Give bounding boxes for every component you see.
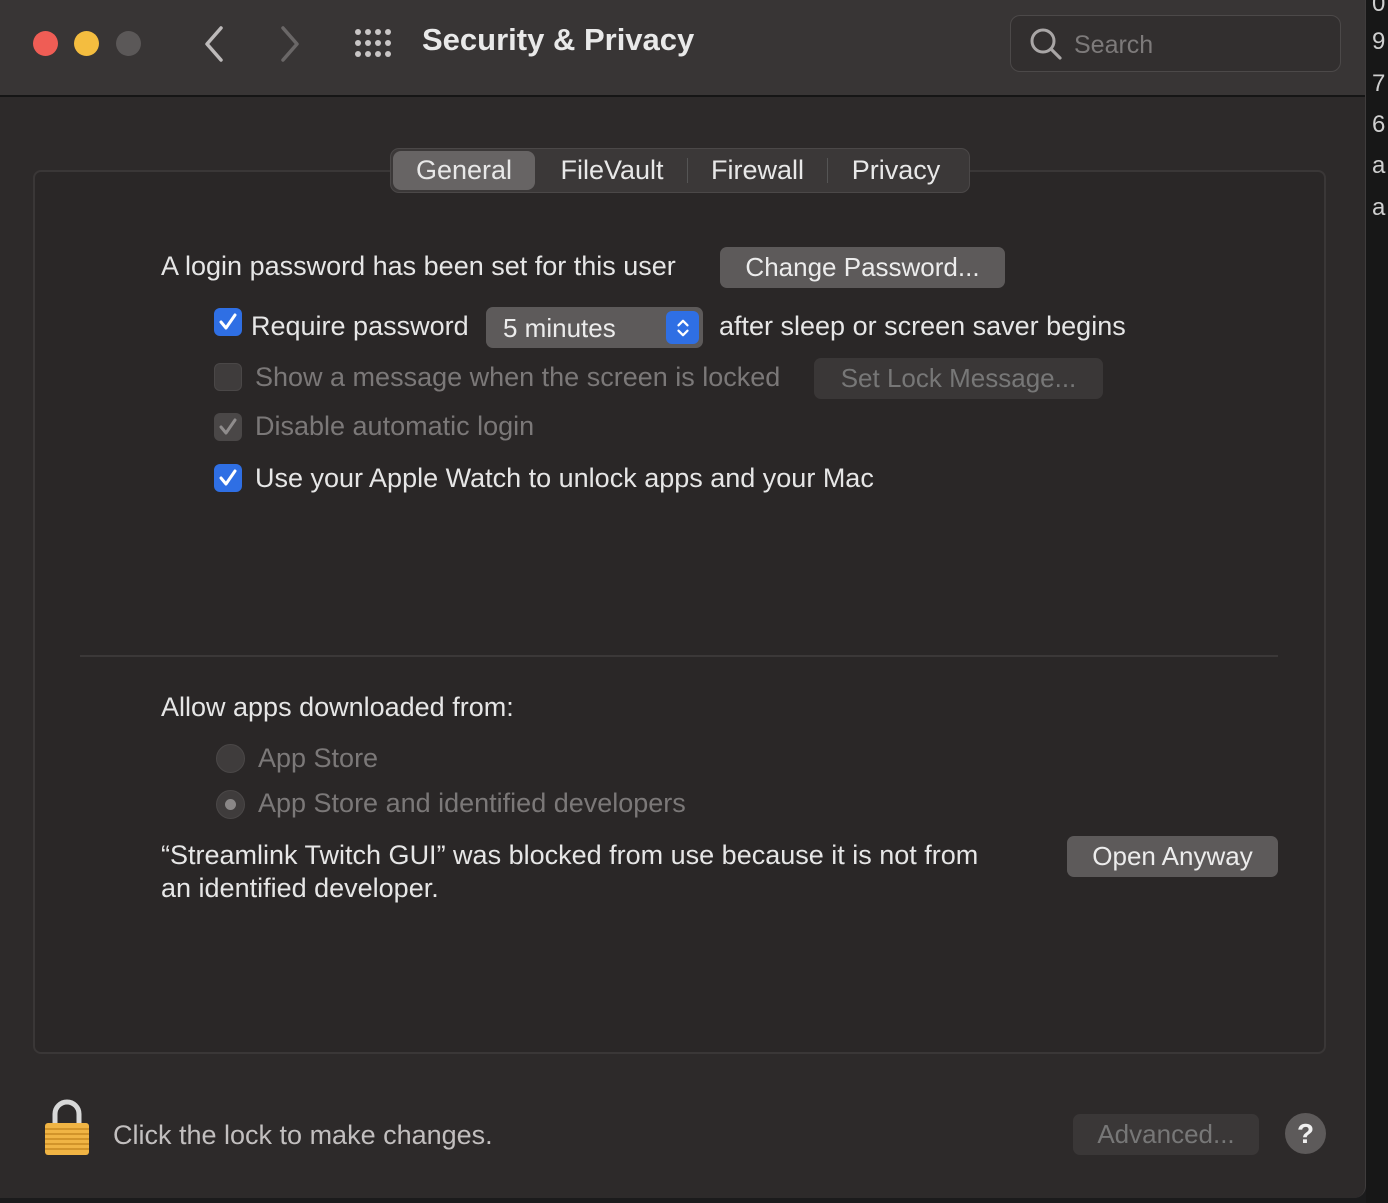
disable-auto-login-checkbox[interactable] <box>214 413 242 441</box>
background-text: 9 <box>1372 28 1386 55</box>
chevron-right-icon <box>281 26 299 62</box>
back-button[interactable] <box>199 22 229 66</box>
grid-icon <box>355 29 391 57</box>
tab-firewall[interactable]: Firewall <box>688 149 827 192</box>
checkmark-icon <box>219 418 237 435</box>
set-lock-message-button[interactable]: Set Lock Message... <box>814 358 1103 399</box>
blocked-message-line1: “Streamlink Twitch GUI” was blocked from… <box>161 840 979 870</box>
search-icon <box>1030 28 1062 60</box>
background-text: a <box>1372 152 1386 179</box>
advanced-button[interactable]: Advanced... <box>1073 1114 1259 1155</box>
show-message-checkbox[interactable] <box>214 363 242 391</box>
allow-apps-heading: Allow apps downloaded from: <box>161 692 514 722</box>
change-password-button[interactable]: Change Password... <box>720 247 1005 288</box>
background-text: 6 <box>1372 111 1386 138</box>
radio-app-store-label: App Store <box>258 743 379 773</box>
title-bar: Security & Privacy Search <box>0 0 1365 97</box>
minimize-button[interactable] <box>74 31 99 56</box>
background-text: 0 <box>1372 0 1386 17</box>
login-password-text: A login password has been set for this u… <box>161 251 676 281</box>
require-password-label: Require password <box>251 311 469 341</box>
checkmark-icon <box>219 313 237 330</box>
chevron-left-icon <box>205 26 223 62</box>
tab-general[interactable]: General <box>393 151 535 190</box>
background-text: a <box>1372 194 1386 221</box>
show-all-button[interactable] <box>354 28 392 58</box>
password-delay-value: 5 minutes <box>503 313 616 343</box>
search-field[interactable]: Search <box>1010 15 1341 72</box>
lock-icon <box>45 1099 89 1155</box>
forward-button[interactable] <box>275 22 305 66</box>
radio-app-store[interactable] <box>216 744 245 773</box>
background-text: 7 <box>1372 70 1386 97</box>
show-message-label: Show a message when the screen is locked <box>255 362 781 392</box>
select-stepper-icon <box>666 311 699 344</box>
tab-bar: General FileVault Firewall Privacy <box>390 148 970 193</box>
radio-identified-developers[interactable] <box>216 790 245 819</box>
open-anyway-button[interactable]: Open Anyway <box>1067 836 1278 877</box>
zoom-button <box>116 31 141 56</box>
after-sleep-text: after sleep or screen saver begins <box>719 311 1126 341</box>
apple-watch-checkbox[interactable] <box>214 464 242 492</box>
blocked-message-line2: an identified developer. <box>161 873 439 903</box>
section-divider <box>80 655 1278 657</box>
disable-auto-login-label: Disable automatic login <box>255 411 535 441</box>
apple-watch-label: Use your Apple Watch to unlock apps and … <box>255 463 874 493</box>
require-password-checkbox[interactable] <box>214 308 242 336</box>
window-title: Security & Privacy <box>422 22 695 57</box>
lock-button[interactable] <box>42 1098 92 1158</box>
close-button[interactable] <box>33 31 58 56</box>
background-window-edge: 0 9 7 6 a a <box>1366 0 1388 1203</box>
radio-identified-developers-label: App Store and identified developers <box>258 788 686 818</box>
lock-message: Click the lock to make changes. <box>113 1120 493 1150</box>
search-placeholder: Search <box>1074 31 1154 59</box>
content-panel <box>33 170 1326 1054</box>
preferences-window: Security & Privacy Search General FileVa… <box>0 0 1366 1198</box>
tab-privacy[interactable]: Privacy <box>828 149 964 192</box>
password-delay-select[interactable]: 5 minutes <box>486 307 703 348</box>
checkmark-icon <box>219 469 237 486</box>
help-button[interactable]: ? <box>1285 1113 1326 1154</box>
tab-filevault[interactable]: FileVault <box>537 149 687 192</box>
